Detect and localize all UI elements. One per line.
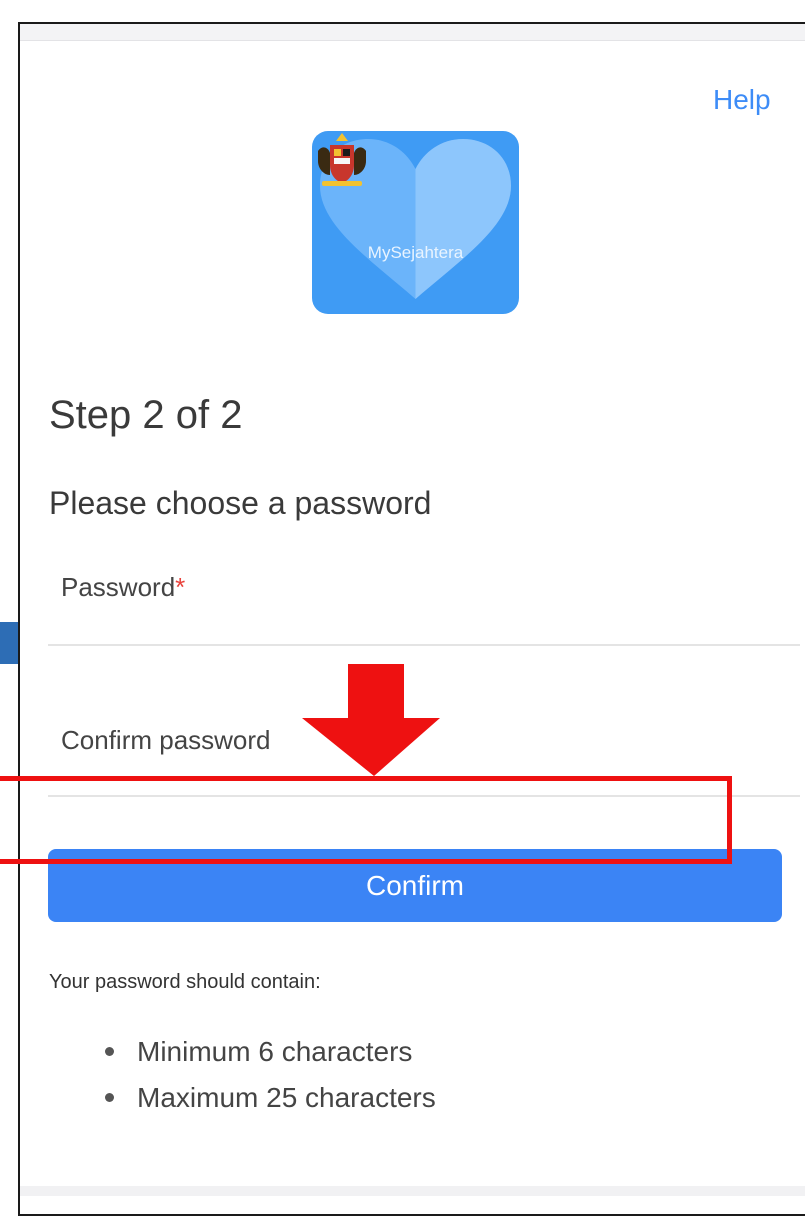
coat-of-arms-icon <box>318 133 366 186</box>
app-logo: MySejahtera <box>312 131 519 314</box>
password-rules-heading: Your password should contain: <box>49 971 321 993</box>
confirm-password-underline <box>48 795 800 797</box>
confirm-password-input[interactable] <box>48 752 804 798</box>
background-window-fragment <box>0 622 18 664</box>
password-rules-list: Minimum 6 characters Maximum 25 characte… <box>105 1034 436 1126</box>
bottom-strip <box>20 1186 805 1196</box>
top-status-strip <box>20 24 805 41</box>
app-logo-label: MySejahtera <box>367 243 464 262</box>
password-label: Password* <box>61 572 185 603</box>
password-label-text: Password <box>61 572 176 602</box>
password-underline <box>48 644 800 646</box>
list-item: Minimum 6 characters <box>105 1034 436 1080</box>
confirm-button[interactable]: Confirm <box>48 849 782 922</box>
list-item: Maximum 25 characters <box>105 1080 436 1126</box>
help-link[interactable]: Help <box>713 84 771 116</box>
page-subtitle: Please choose a password <box>49 485 432 521</box>
password-input[interactable] <box>48 600 804 646</box>
step-title: Step 2 of 2 <box>49 393 243 437</box>
required-mark: * <box>175 572 186 602</box>
